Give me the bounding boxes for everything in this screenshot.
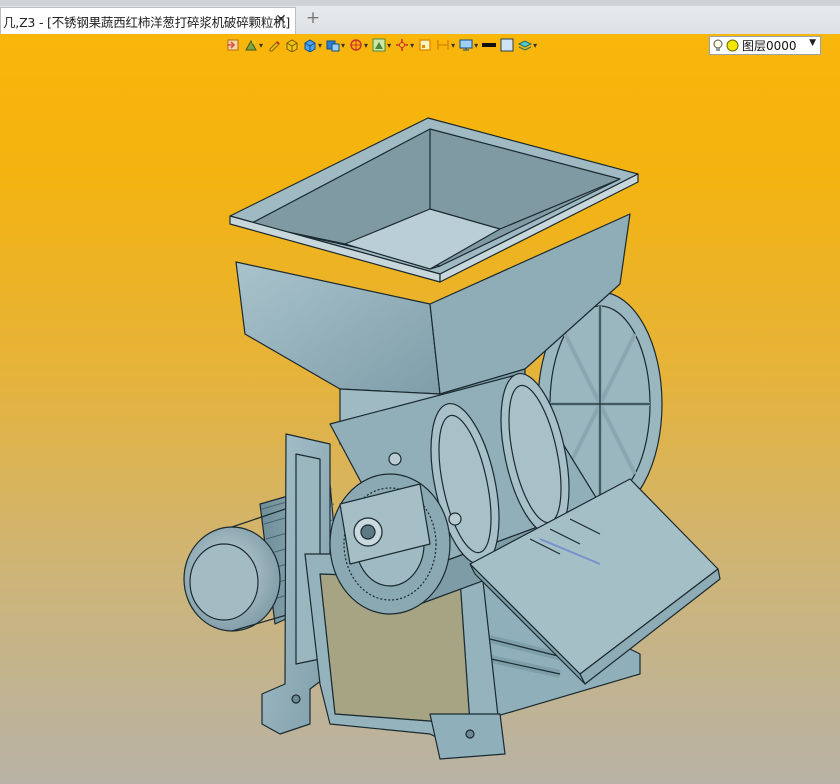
viewport[interactable]: ▾ ▾ ▾ ▾ ▾ ▾ ▾ ▾ ▾ 图层0000 ▼ bbox=[0, 34, 840, 784]
machine-3d-model[interactable] bbox=[0, 34, 840, 784]
tab-bar: 几,Z3 - [不锈钢果蔬西红柿洋葱打碎浆机破碎颗粒机] ✕ + bbox=[0, 0, 840, 35]
add-tab-button[interactable]: + bbox=[304, 9, 322, 27]
title-strip bbox=[0, 0, 840, 6]
tab-title: 几,Z3 - [不锈钢果蔬西红柿洋葱打碎浆机破碎颗粒机] bbox=[3, 14, 291, 30]
tab-active-document[interactable]: 几,Z3 - [不锈钢果蔬西红柿洋葱打碎浆机破碎颗粒机] ✕ bbox=[0, 7, 296, 34]
close-icon[interactable]: ✕ bbox=[273, 12, 289, 28]
